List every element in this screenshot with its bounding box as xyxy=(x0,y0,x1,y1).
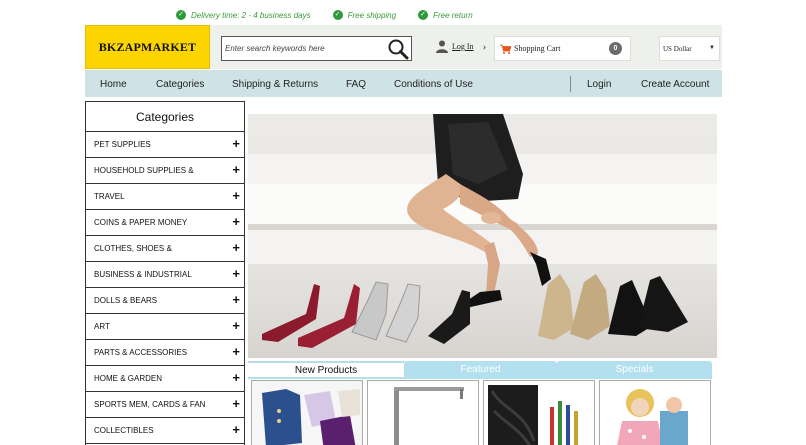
plus-icon[interactable]: + xyxy=(232,371,240,384)
sidebar-item-household[interactable]: HOUSEHOLD SUPPLIES & + xyxy=(86,158,244,184)
plus-icon[interactable]: + xyxy=(232,215,240,228)
plus-icon[interactable]: + xyxy=(232,163,240,176)
search-input[interactable] xyxy=(222,37,392,60)
check-icon: ✓ xyxy=(418,10,429,20)
shopping-cart[interactable]: Shopping Cart 0 xyxy=(494,36,631,61)
promo-shipping-text: Free shipping xyxy=(347,10,397,20)
nav-create-account[interactable]: Create Account xyxy=(641,79,709,90)
promo-return: ✓ Free return xyxy=(418,8,473,22)
plus-icon[interactable]: + xyxy=(232,137,240,150)
currency-value: US Dollar xyxy=(663,44,692,53)
promo-shipping: ✓ Free shipping xyxy=(332,8,397,22)
plus-icon[interactable]: + xyxy=(232,319,240,332)
sidebar-item-clothes[interactable]: CLOTHES, SHOES & + xyxy=(86,236,244,262)
chevron-right-icon: › xyxy=(482,40,487,53)
sidebar-item-business[interactable]: BUSINESS & INDUSTRIAL + xyxy=(86,262,244,288)
hero-image xyxy=(248,114,717,358)
currency-select[interactable]: US Dollar ▼ xyxy=(659,36,720,61)
nav-conditions[interactable]: Conditions of Use xyxy=(394,79,473,90)
product-card[interactable] xyxy=(599,380,711,445)
main-nav: Home Categories Shipping & Returns FAQ C… xyxy=(85,70,722,97)
promo-return-text: Free return xyxy=(433,10,473,20)
sidebar-item-coins[interactable]: COINS & PAPER MONEY + xyxy=(86,210,244,236)
plus-icon[interactable]: + xyxy=(232,345,240,358)
product-grid xyxy=(248,380,712,445)
sidebar-item-label: TRAVEL xyxy=(94,192,125,201)
sidebar-item-travel[interactable]: TRAVEL + xyxy=(86,184,244,210)
plus-icon[interactable]: + xyxy=(232,397,240,410)
tab-featured[interactable]: Featured xyxy=(404,361,557,378)
product-image-cable-pens xyxy=(484,381,594,445)
cart-icon xyxy=(500,44,511,54)
nav-categories[interactable]: Categories xyxy=(156,79,204,90)
sidebar-item-label: HOUSEHOLD SUPPLIES & xyxy=(94,166,194,175)
plus-icon[interactable]: + xyxy=(232,241,240,254)
categories-sidebar: Categories PET SUPPLIES + HOUSEHOLD SUPPL… xyxy=(85,101,245,445)
promo-strip: ✓ Delivery time: 2 - 4 business days ✓ F… xyxy=(176,8,495,22)
product-card[interactable] xyxy=(251,380,363,445)
sidebar-item-parts[interactable]: PARTS & ACCESSORIES + xyxy=(86,340,244,366)
tabs-underline xyxy=(248,377,712,379)
product-image-rack xyxy=(368,381,478,445)
plus-icon[interactable]: + xyxy=(232,189,240,202)
product-tabs: New Products Featured Specials xyxy=(248,361,712,378)
product-image-clothing xyxy=(252,381,362,445)
search-button[interactable] xyxy=(387,38,409,60)
plus-icon[interactable]: + xyxy=(232,293,240,306)
login-link[interactable]: Log In › xyxy=(436,40,486,53)
plus-icon[interactable]: + xyxy=(232,423,240,436)
sidebar-item-label: COINS & PAPER MONEY xyxy=(94,218,188,227)
check-icon: ✓ xyxy=(332,10,343,20)
promo-delivery-text: Delivery time: 2 - 4 business days xyxy=(191,10,311,20)
sidebar-item-collectibles[interactable]: COLLECTIBLES + xyxy=(86,418,244,444)
sidebar-item-dolls[interactable]: DOLLS & BEARS + xyxy=(86,288,244,314)
login-label: Log In xyxy=(452,42,474,51)
site-logo[interactable]: BKZAPMARKET xyxy=(85,25,210,69)
site-header: BKZAPMARKET Log In › Shopping Cart 0 US … xyxy=(85,25,722,69)
tab-specials[interactable]: Specials xyxy=(557,361,712,378)
sidebar-item-label: ART xyxy=(94,322,110,331)
nav-home[interactable]: Home xyxy=(100,79,127,90)
caret-down-icon: ▼ xyxy=(709,45,715,51)
check-icon: ✓ xyxy=(176,10,186,20)
search-box xyxy=(221,36,412,61)
user-icon xyxy=(436,40,448,53)
nav-divider xyxy=(570,76,571,92)
sidebar-item-label: HOME & GARDEN xyxy=(94,374,163,383)
promo-delivery: ✓ Delivery time: 2 - 4 business days xyxy=(176,8,311,22)
product-card[interactable] xyxy=(367,380,479,445)
sidebar-item-sports[interactable]: SPORTS MEM, CARDS & FAN + xyxy=(86,392,244,418)
hero-banner[interactable] xyxy=(248,114,717,358)
product-card[interactable] xyxy=(483,380,595,445)
sidebar-item-label: COLLECTIBLES xyxy=(94,426,154,435)
tab-new-products[interactable]: New Products xyxy=(248,361,404,378)
cart-count-badge: 0 xyxy=(609,42,622,55)
nav-shipping-returns[interactable]: Shipping & Returns xyxy=(232,79,318,90)
sidebar-item-home-garden[interactable]: HOME & GARDEN + xyxy=(86,366,244,392)
cart-label: Shopping Cart xyxy=(514,44,561,53)
sidebar-item-label: PET SUPPLIES xyxy=(94,140,151,149)
sidebar-item-label: PARTS & ACCESSORIES xyxy=(94,348,188,357)
sidebar-item-label: BUSINESS & INDUSTRIAL xyxy=(94,270,192,279)
plus-icon[interactable]: + xyxy=(232,267,240,280)
sidebar-item-label: SPORTS MEM, CARDS & FAN xyxy=(94,400,206,409)
sidebar-item-label: DOLLS & BEARS xyxy=(94,296,158,305)
nav-login[interactable]: Login xyxy=(587,79,611,90)
sidebar-item-label: CLOTHES, SHOES & xyxy=(94,244,172,253)
sidebar-item-art[interactable]: ART + xyxy=(86,314,244,340)
sidebar-title: Categories xyxy=(86,102,244,132)
nav-faq[interactable]: FAQ xyxy=(346,79,366,90)
product-image-doll xyxy=(600,381,710,445)
sidebar-item-pet-supplies[interactable]: PET SUPPLIES + xyxy=(86,132,244,158)
search-icon xyxy=(388,39,409,60)
